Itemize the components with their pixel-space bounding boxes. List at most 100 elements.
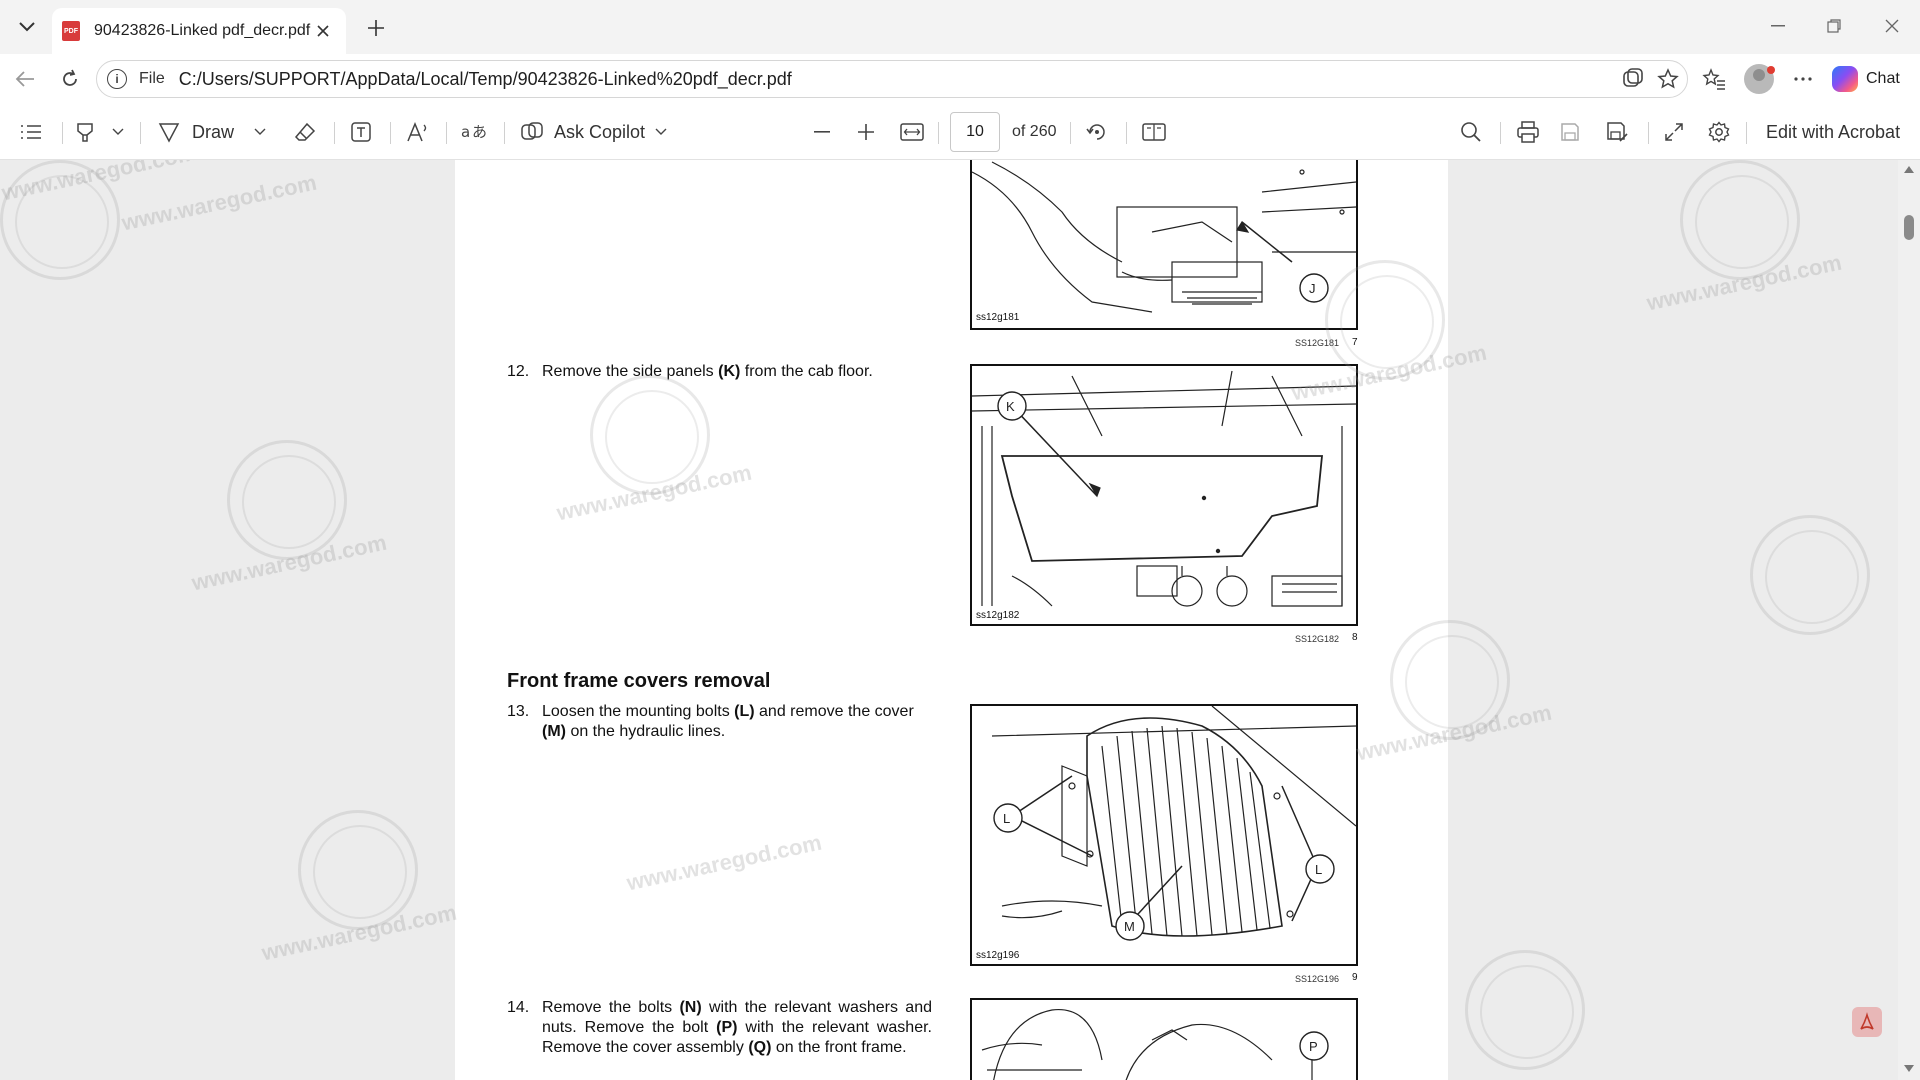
print-icon[interactable] (1516, 116, 1540, 148)
favorite-star-icon[interactable] (1653, 64, 1683, 94)
step-number: 12. (507, 363, 530, 380)
watermark-seal (1465, 950, 1585, 1070)
svg-text:a: a (461, 123, 470, 141)
notification-dot (1767, 66, 1775, 74)
ask-copilot-button[interactable]: Ask Copilot (520, 116, 667, 148)
watermark-seal (1680, 160, 1800, 280)
watermark-text: www.waregod.com (119, 169, 319, 236)
address-bar[interactable]: i File C:/Users/SUPPORT/AppData/Local/Te… (96, 60, 1688, 98)
scroll-thumb[interactable] (1904, 215, 1914, 240)
favorites-list-icon[interactable] (1699, 64, 1729, 94)
address-row: i File C:/Users/SUPPORT/AppData/Local/Te… (0, 54, 1920, 104)
immersive-reader-icon[interactable] (1618, 64, 1648, 94)
step-number: 14. (507, 999, 530, 1016)
edit-with-acrobat-button[interactable]: Edit with Acrobat (1766, 116, 1900, 148)
callout-ref: (Q) (748, 1039, 772, 1056)
callout-label: L (1315, 862, 1322, 877)
refresh-icon[interactable] (55, 64, 85, 94)
figure-inner-id: ss12g181 (976, 312, 1020, 323)
page-view-icon[interactable] (1142, 116, 1166, 148)
step-text: and remove the cover (759, 703, 914, 720)
callout-label: M (1124, 919, 1135, 934)
draw-pen-icon (158, 123, 180, 143)
add-text-icon[interactable] (350, 116, 372, 148)
figure-caption: SS12G196 (1295, 974, 1340, 984)
figure-inner-id: ss12g182 (976, 610, 1020, 621)
back-arrow-icon[interactable] (10, 64, 40, 94)
callout-ref: (L) (734, 703, 755, 720)
section-heading: Front frame covers removal (507, 670, 771, 692)
figure-caption: SS12G182 (1295, 634, 1340, 644)
fit-to-width-icon[interactable] (900, 116, 924, 148)
cab-panel-illustration: J (972, 161, 1356, 313)
settings-gear-icon[interactable] (1708, 116, 1730, 148)
close-window-icon[interactable] (1872, 10, 1912, 42)
tab-title: 90423826-Linked pdf_decr.pdf (94, 22, 311, 39)
close-tab-icon[interactable] (312, 20, 334, 42)
pdf-viewer[interactable]: J ss12g181 SS12G181 7 12. Remove the sid… (0, 160, 1920, 1080)
callout-label: L (1003, 811, 1010, 826)
scroll-up-arrow-icon[interactable] (1904, 166, 1914, 173)
step-text: from the cab floor. (740, 363, 873, 380)
step-text: Loosen the mounting bolts (542, 703, 730, 720)
svg-text:あ: あ (472, 123, 486, 141)
step-13: 13. Loosen the mounting bolts (L) and re… (507, 702, 947, 746)
figure-number: 9 (1352, 972, 1358, 983)
callout-ref: (K) (718, 363, 741, 380)
draw-button[interactable]: Draw (158, 116, 234, 148)
rotate-icon[interactable] (1086, 116, 1108, 148)
watermark-text: www.waregod.com (0, 160, 199, 206)
fullscreen-icon[interactable] (1664, 116, 1684, 148)
watermark-seal (0, 160, 120, 280)
step-text: on the front frame. (775, 1039, 907, 1056)
figure-inner-id: ss12g196 (976, 950, 1020, 961)
pdf-file-icon: PDF (62, 21, 80, 41)
watermark-text: www.waregod.com (189, 529, 389, 596)
highlight-dropdown-chevron-icon[interactable] (112, 116, 124, 148)
contents-list-icon[interactable] (20, 116, 42, 148)
vertical-scrollbar[interactable] (1898, 160, 1920, 1080)
page-number-input[interactable]: 10 (950, 112, 1000, 152)
page-count: of 260 (1012, 123, 1057, 140)
highlight-icon[interactable] (74, 116, 96, 148)
save-as-icon[interactable] (1606, 116, 1628, 148)
ask-copilot-chevron-icon (655, 128, 667, 135)
draw-label: Draw (192, 121, 235, 142)
url-text[interactable]: C:/Users/SUPPORT/AppData/Local/Temp/9042… (179, 69, 792, 90)
read-aloud-icon[interactable] (406, 116, 430, 148)
search-icon[interactable] (1460, 116, 1482, 148)
step-text: Remove the side panels (542, 363, 719, 380)
chat-label: Chat (1866, 70, 1900, 87)
draw-dropdown-chevron-icon[interactable] (254, 116, 266, 148)
step-number: 13. (507, 703, 530, 720)
eraser-icon[interactable] (294, 116, 316, 148)
copilot-chat-button[interactable]: Chat (1832, 62, 1900, 96)
hydraulic-cover-illustration: L L M (991, 706, 1356, 941)
restore-icon[interactable] (1814, 10, 1854, 42)
figure-8: K ss12g182 (970, 364, 1358, 626)
tab-actions-chevron-icon[interactable] (12, 12, 42, 42)
browser-tab[interactable]: PDF 90423826-Linked pdf_decr.pdf (52, 8, 346, 54)
copilot-icon (1832, 66, 1858, 92)
pdf-toolbar: Draw aあ Ask Copilot 10 of 260 Edit with … (0, 104, 1920, 160)
step-12: 12. Remove the side panels (K) from the … (507, 362, 947, 386)
step-text: Remove the bolts (542, 999, 673, 1016)
acrobat-icon[interactable] (1852, 1007, 1882, 1037)
translate-icon[interactable]: aあ (460, 116, 486, 148)
scroll-down-arrow-icon[interactable] (1904, 1065, 1914, 1072)
zoom-out-icon[interactable] (814, 116, 830, 148)
pdf-page: J ss12g181 SS12G181 7 12. Remove the sid… (455, 160, 1448, 1080)
front-frame-illustration: P (981, 1009, 1329, 1080)
minimize-icon[interactable] (1758, 10, 1798, 42)
save-icon (1560, 116, 1580, 148)
figure-number: 8 (1352, 632, 1358, 643)
site-info-icon[interactable]: i (107, 69, 127, 89)
figure-7: J ss12g181 (970, 160, 1358, 330)
callout-label: J (1309, 281, 1316, 296)
watermark-seal (227, 440, 347, 560)
zoom-in-icon[interactable] (858, 116, 874, 148)
new-tab-button[interactable] (360, 12, 392, 44)
callout-label: K (1006, 399, 1015, 414)
more-options-icon[interactable] (1788, 64, 1818, 94)
watermark-seal (1750, 515, 1870, 635)
